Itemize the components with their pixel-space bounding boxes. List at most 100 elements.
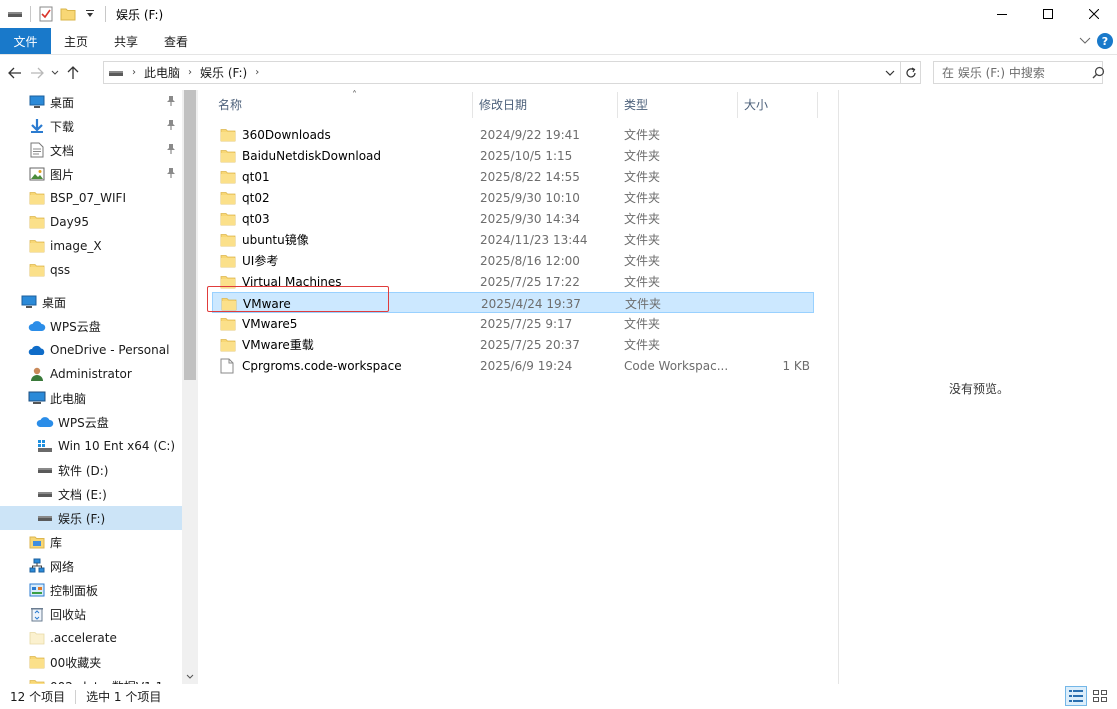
customize-dropdown-icon[interactable] [79,3,101,25]
file-row[interactable]: BaiduNetdiskDownload 2025/10/5 1:15 文件夹 [212,145,814,166]
file-row[interactable]: VMware5 2025/7/25 9:17 文件夹 [212,313,814,334]
sidebar-item[interactable]: 00收藏夹 [0,650,182,674]
file-row[interactable]: VMware重载 2025/7/25 20:37 文件夹 [212,334,814,355]
file-size [742,229,810,250]
sidebar-item[interactable]: WPS云盘 [0,410,182,434]
sidebar-item[interactable]: 图片 [0,162,182,186]
sidebar-item[interactable]: 娱乐 (F:) [0,506,182,530]
forward-button[interactable] [26,61,48,85]
drive-icon [36,461,54,479]
file-row[interactable]: qt01 2025/8/22 14:55 文件夹 [212,166,814,187]
sidebar-item[interactable]: 网络 [0,554,182,578]
file-date: 2024/11/23 13:44 [480,232,588,247]
breadcrumb-separator-icon[interactable]: › [128,67,140,78]
ribbon-tabs: 文件 主页 共享 查看 ? [0,28,1117,55]
breadcrumb-separator-icon[interactable]: › [251,67,263,78]
tab-view[interactable]: 查看 [151,28,201,54]
sidebar-item-label: 桌面 [50,95,75,110]
sidebar-item[interactable]: qss [0,258,182,282]
sidebar-item[interactable]: Day95 [0,210,182,234]
column-header-name[interactable]: 名称 ˄ [212,90,473,118]
sidebar-item[interactable]: 桌面 [0,290,182,314]
file-row[interactable]: Cprgroms.code-workspace 2025/6/9 19:24 Cod… [212,355,814,376]
scrollbar-thumb[interactable] [184,90,196,380]
file-name-cell: qt02 [220,187,470,208]
file-date: 2025/6/9 19:24 [480,358,573,373]
file-row[interactable]: UI参考 2025/8/16 12:00 文件夹 [212,250,814,271]
sidebar-item[interactable]: 文档 [0,138,182,162]
sidebar-item-label: 软件 (D:) [58,463,109,478]
sidebar-item[interactable]: 库 [0,530,182,554]
properties-icon[interactable] [35,3,57,25]
window-controls [979,0,1117,28]
sidebar-item-label: Day95 [50,215,89,229]
breadcrumb-drive-f[interactable]: 娱乐 (F:) [196,64,251,81]
file-type: 文件夹 [624,254,661,268]
sidebar-item[interactable]: 软件 (D:) [0,458,182,482]
annotation-highlight-box [207,286,389,312]
file-name: UI参考 [242,254,279,268]
new-folder-icon[interactable] [57,3,79,25]
sidebar-item[interactable]: BSP_07_WIFI [0,186,182,210]
search-box[interactable] [933,61,1105,84]
search-input[interactable] [934,62,1092,83]
refresh-button[interactable] [900,62,920,83]
file-name: VMware重载 [242,338,314,352]
column-header-date[interactable]: 修改日期 [473,90,618,118]
sidebar-item[interactable]: 此电脑 [0,386,182,410]
sidebar-item[interactable]: image_X [0,234,182,258]
selected-count: 选中 1 个项目 [86,690,162,704]
tab-home[interactable]: 主页 [51,28,101,54]
details-view-icon [1069,690,1083,702]
file-row[interactable]: qt02 2025/9/30 10:10 文件夹 [212,187,814,208]
details-view-button[interactable] [1065,686,1087,706]
folder-icon [220,169,236,185]
tab-file[interactable]: 文件 [0,28,51,54]
column-header-type[interactable]: 类型 [618,90,738,118]
sidebar-item[interactable]: 002_data_数据V1.1 [0,674,182,684]
breadcrumb-separator-icon[interactable]: › [184,67,196,78]
file-row[interactable]: qt03 2025/9/30 14:34 文件夹 [212,208,814,229]
folder-icon [220,253,236,269]
close-button[interactable] [1071,0,1117,28]
back-button[interactable] [4,61,26,85]
sidebar-item[interactable]: Administrator [0,362,182,386]
maximize-button[interactable] [1025,0,1071,28]
folder-icon [220,232,236,248]
sidebar-item-label: 此电脑 [50,391,87,406]
file-size [743,293,811,314]
sidebar-item-label: .accelerate [50,631,117,645]
minimize-button[interactable] [979,0,1025,28]
sidebar-item[interactable]: .accelerate [0,626,182,650]
tab-share[interactable]: 共享 [101,28,151,54]
search-icon[interactable] [1092,66,1105,79]
large-icons-view-button[interactable] [1089,686,1111,706]
sidebar-item[interactable]: Win 10 Ent x64 (C:) [0,434,182,458]
sidebar-item[interactable]: 文档 (E:) [0,482,182,506]
drive-icon[interactable] [4,3,26,25]
address-bar[interactable]: › 此电脑 › 娱乐 (F:) › [103,61,921,84]
sidebar-item[interactable]: 桌面 [0,90,182,114]
file-name: BaiduNetdiskDownload [242,148,382,163]
folder-icon [220,211,236,227]
file-row[interactable]: ubuntu镜像 2024/11/23 13:44 文件夹 [212,229,814,250]
navigation-scrollbar[interactable] [182,90,198,684]
recent-locations-button[interactable] [48,61,62,85]
sidebar-item[interactable]: OneDrive - Personal [0,338,182,362]
help-button[interactable]: ? [1097,33,1113,49]
breadcrumb-this-pc[interactable]: 此电脑 [140,64,184,81]
expand-ribbon-button[interactable] [1079,34,1091,48]
column-header-size[interactable]: 大小 [738,90,818,118]
sidebar-item[interactable]: 控制面板 [0,578,182,602]
file-date: 2025/7/25 17:22 [480,274,580,289]
sidebar-item[interactable]: WPS云盘 [0,314,182,338]
sidebar-item[interactable]: 回收站 [0,602,182,626]
file-row[interactable]: 360Downloads 2024/9/22 19:41 文件夹 [212,124,814,145]
up-button[interactable] [62,61,84,85]
sidebar-item-label: 桌面 [42,295,67,310]
address-history-dropdown[interactable] [882,64,898,81]
chevron-down-icon [885,70,895,76]
sidebar-item[interactable]: 下载 [0,114,182,138]
scroll-down-button[interactable] [182,668,198,684]
sort-ascending-icon: ˄ [352,90,357,101]
